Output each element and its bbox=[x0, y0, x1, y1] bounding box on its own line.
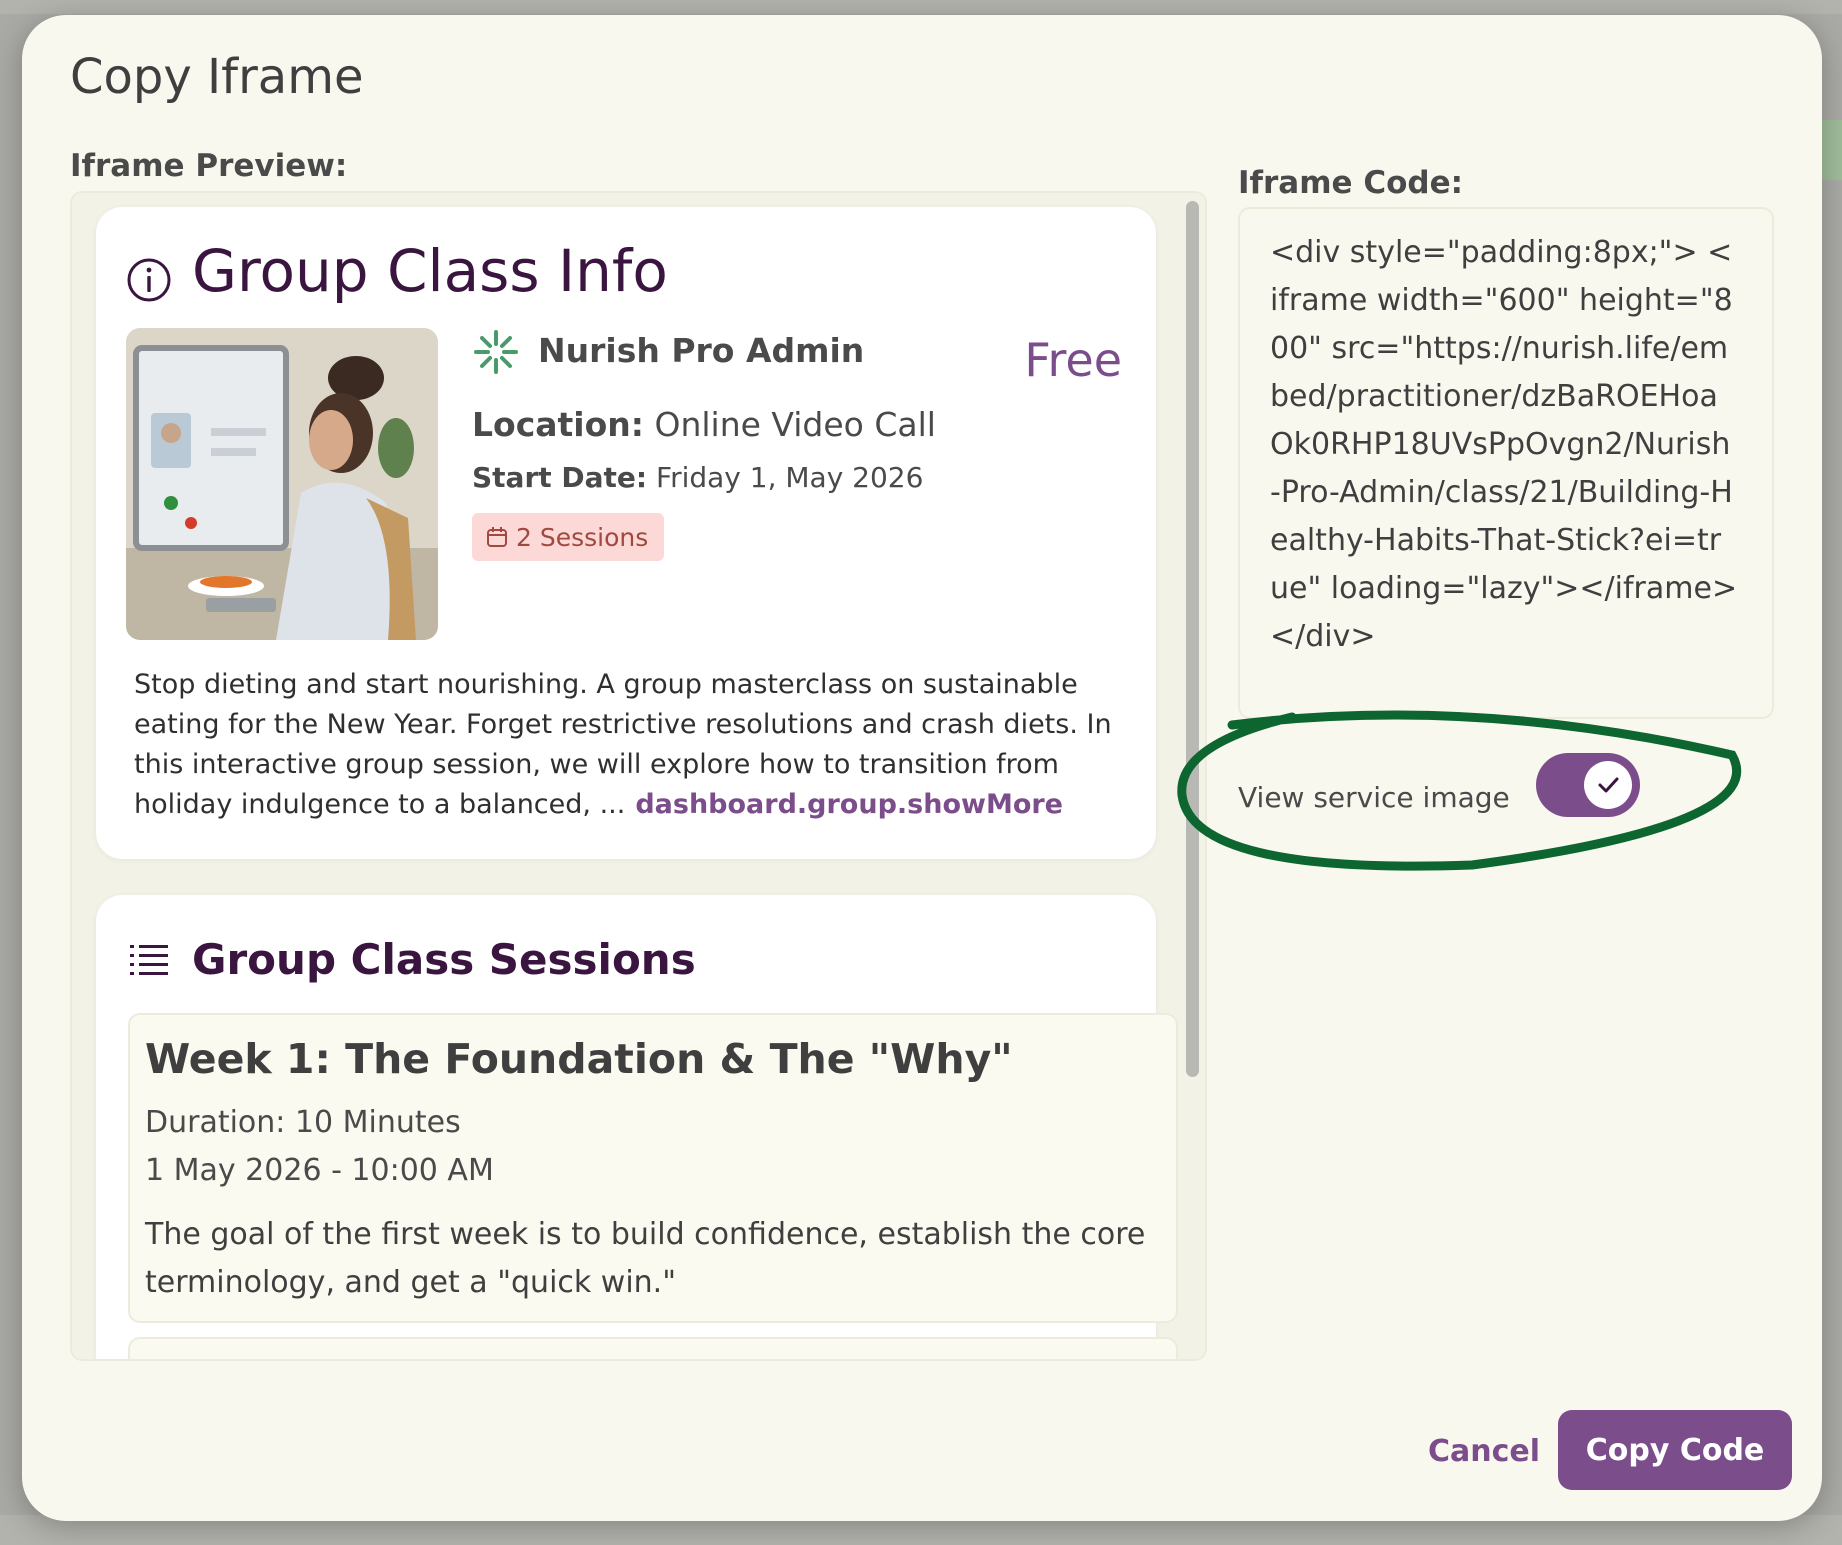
practitioner-logo-icon bbox=[474, 330, 518, 374]
info-icon bbox=[127, 258, 171, 302]
sessions-badge: 2 Sessions bbox=[472, 513, 665, 561]
practitioner-name: Nurish Pro Admin bbox=[538, 331, 865, 370]
session-duration: Duration: 10 Minutes bbox=[145, 1105, 461, 1140]
session-item bbox=[128, 1337, 1178, 1359]
sessions-badge-label: 2 Sessions bbox=[516, 522, 649, 552]
iframe-code-box[interactable]: <div style="padding:8px;"> <iframe width… bbox=[1238, 207, 1774, 719]
start-date-value: Friday 1, May 2026 bbox=[656, 461, 924, 494]
view-service-image-toggle[interactable] bbox=[1536, 753, 1640, 817]
group-class-info-card: Group Class Info Nurish Pro Admin Free L… bbox=[96, 207, 1156, 859]
view-service-image-label: View service image bbox=[1238, 781, 1510, 814]
session-title: Week 1: The Foundation & The "Why" bbox=[145, 1035, 1013, 1083]
show-more-link[interactable]: dashboard.group.showMore bbox=[635, 789, 1063, 820]
class-description: Stop dieting and start nourishing. A gro… bbox=[134, 665, 1134, 825]
session-item: Week 1: The Foundation & The "Why" Durat… bbox=[128, 1013, 1178, 1323]
toggle-knob bbox=[1584, 761, 1632, 809]
iframe-preview[interactable]: Group Class Info Nurish Pro Admin Free L… bbox=[70, 191, 1207, 1361]
start-date-row: Start Date: Friday 1, May 2026 bbox=[472, 461, 923, 494]
group-class-info-title: Group Class Info bbox=[192, 237, 668, 305]
location-row: Location: Online Video Call bbox=[472, 405, 936, 444]
list-icon bbox=[130, 945, 168, 975]
session-description: The goal of the first week is to build c… bbox=[145, 1217, 1146, 1300]
iframe-preview-label: Iframe Preview: bbox=[70, 148, 348, 184]
cancel-button[interactable]: Cancel bbox=[1422, 1419, 1546, 1483]
price-label: Free bbox=[1024, 333, 1122, 387]
copy-iframe-dialog: Copy Iframe Iframe Preview: Iframe Code:… bbox=[22, 15, 1822, 1521]
copy-code-button[interactable]: Copy Code bbox=[1558, 1410, 1792, 1490]
calendar-icon bbox=[487, 527, 507, 547]
iframe-code-text[interactable]: <div style="padding:8px;"> <iframe width… bbox=[1270, 229, 1740, 661]
service-image bbox=[126, 328, 438, 640]
group-class-sessions-card: Group Class Sessions Week 1: The Foundat… bbox=[96, 895, 1178, 1359]
group-class-sessions-title: Group Class Sessions bbox=[192, 935, 696, 984]
preview-scrollbar[interactable] bbox=[1186, 201, 1199, 1077]
start-date-label: Start Date: bbox=[472, 461, 648, 494]
check-icon bbox=[1598, 777, 1619, 793]
iframe-code-label: Iframe Code: bbox=[1238, 165, 1464, 201]
location-value: Online Video Call bbox=[654, 405, 936, 444]
background-page-strip bbox=[0, 0, 1842, 14]
location-label: Location: bbox=[472, 405, 644, 444]
dialog-title: Copy Iframe bbox=[70, 49, 364, 105]
session-datetime: 1 May 2026 - 10:00 AM bbox=[145, 1153, 494, 1188]
